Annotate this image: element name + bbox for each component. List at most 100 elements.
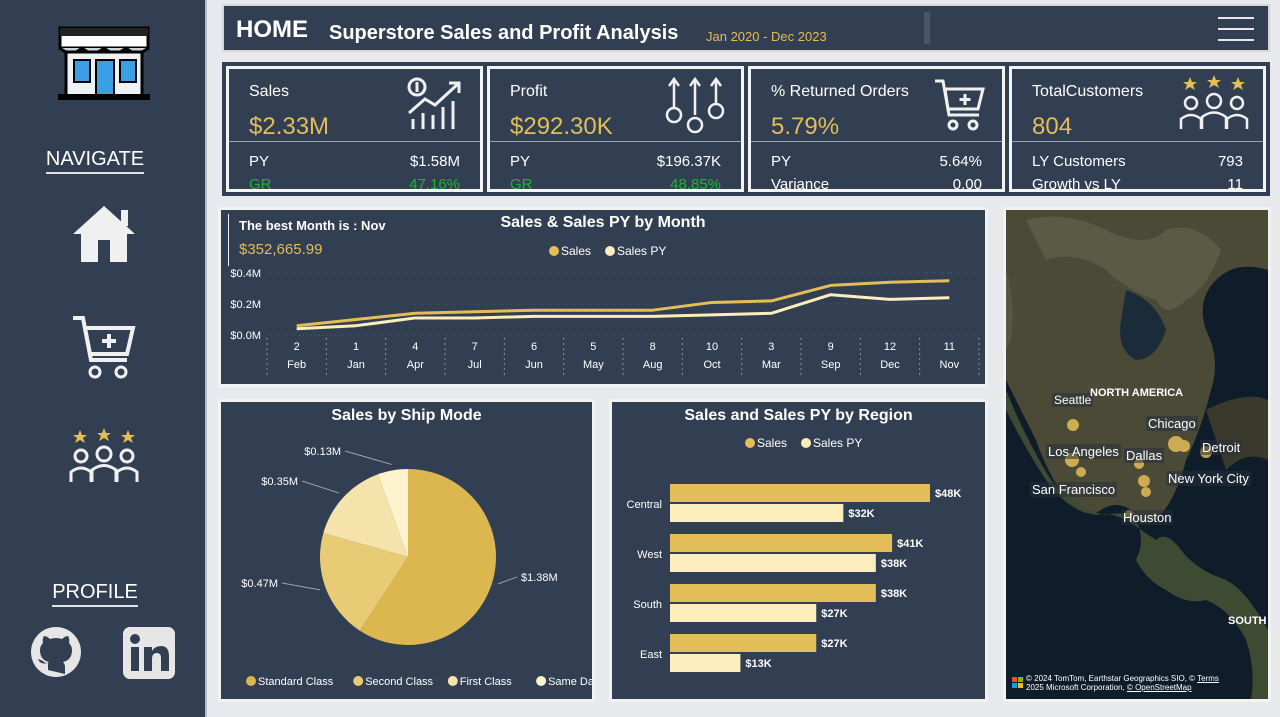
bar-data-label: $48K <box>935 488 961 500</box>
y-category-label: East <box>640 649 662 661</box>
legend-label: Second Class <box>365 676 433 688</box>
series-line-sales-py <box>296 293 950 331</box>
bar-sales <box>670 584 876 602</box>
bar-data-label: $38K <box>881 558 907 570</box>
legend-marker <box>353 676 364 686</box>
customers-stars-icon[interactable] <box>0 426 207 486</box>
map-label-detroit: Detroit <box>1200 440 1243 455</box>
legend-label: Sales PY <box>813 436 862 450</box>
bar-data-label: $38K <box>881 588 907 600</box>
map-label-new-york-city: New York City <box>1166 471 1251 486</box>
y-category-label: South <box>633 599 662 611</box>
bar-sales <box>670 534 893 552</box>
bar-sales-py <box>670 504 844 522</box>
kpi-separator <box>229 141 480 142</box>
sales-growth-icon <box>405 77 465 136</box>
home-icon[interactable] <box>0 202 207 266</box>
pie-chart: $1.38M $0.47M $0.35M $0.13M Standard Class Se… <box>241 446 592 688</box>
line-chart-panel: The best Month is : Nov $352,665.99 Sale… <box>218 207 988 387</box>
x-tick-label: Jan <box>347 359 365 371</box>
pie-leader-line <box>344 450 392 465</box>
pie-leader-line <box>497 576 518 585</box>
kpi-value: $2.33M <box>249 113 330 140</box>
kpi-gr-label: GR <box>249 176 272 193</box>
line-chart: Sales Sales PY $0.0M $0.2M $0.4M 2 Feb 1 Jan 4 Apr… <box>230 244 980 375</box>
x-tick-label: Dec <box>880 359 900 371</box>
x-tick-rank: 12 <box>884 341 896 353</box>
legend-marker-sales <box>549 246 559 256</box>
kpi-card-customers: TotalCustomers 804 LY Customers 793 Grow… <box>1009 66 1266 193</box>
kpi-title: Sales <box>249 83 290 100</box>
legend-label: Same Day <box>548 676 592 688</box>
kpi-growth-value: 11 <box>1227 176 1243 193</box>
bar-data-label: $13K <box>745 658 771 670</box>
legend-marker <box>536 676 547 686</box>
store-icon <box>0 22 207 102</box>
linkedin-icon[interactable] <box>122 626 176 685</box>
bar-data-label: $27K <box>821 638 847 650</box>
map-label-los-angeles: Los Angeles <box>1046 444 1121 459</box>
kpi-py-label: PY <box>771 153 792 170</box>
kpi-gr-label: GR <box>510 176 533 193</box>
x-tick-label: Mar <box>762 359 781 371</box>
kpi-py-label: PY <box>510 153 531 170</box>
kpi-value: 804 <box>1032 113 1073 140</box>
kpi-ly-value: 793 <box>1217 153 1243 170</box>
legend-label: First Class <box>460 676 512 688</box>
customers-icon <box>1178 75 1250 138</box>
map-label-seattle: Seattle <box>1052 393 1094 407</box>
kpi-py-label: PY <box>249 153 270 170</box>
pie-data-label: $0.35M <box>261 476 298 488</box>
x-tick-rank: 11 <box>944 341 955 353</box>
kpi-title: Profit <box>510 83 548 100</box>
pie-data-label: $0.47M <box>241 578 278 590</box>
x-tick-label: Apr <box>407 359 424 371</box>
bar-data-label: $32K <box>848 508 874 520</box>
x-tick-label: Jul <box>468 359 482 371</box>
returns-cart-icon[interactable] <box>0 312 207 382</box>
x-tick-rank: 6 <box>531 341 537 353</box>
legend-marker-sales <box>745 438 755 448</box>
kpi-ly-label: LY Customers <box>1032 153 1126 170</box>
kpi-variance-label: Variance <box>771 176 830 193</box>
x-tick-rank: 9 <box>828 341 834 353</box>
hamburger-menu-icon[interactable] <box>1218 16 1254 47</box>
home-title: HOME <box>236 16 308 43</box>
x-tick-rank: 4 <box>412 341 418 353</box>
legend-label: Sales <box>757 436 787 450</box>
series-line-sales <box>296 279 950 328</box>
legend-label: Sales <box>561 244 591 258</box>
legend-marker-sales-py <box>605 246 615 256</box>
x-tick-label: Sep <box>821 359 841 371</box>
kpi-gr-value: 48.85% <box>670 176 721 193</box>
y-category-label: Central <box>627 499 662 511</box>
bar-sales-py <box>670 554 876 572</box>
map-label-houston: Houston <box>1121 510 1174 525</box>
pie-data-label: $1.38M <box>521 572 558 584</box>
map-panel[interactable]: Seattle NORTH AMERICA Chicago Detroit Lo… <box>1003 207 1271 702</box>
navigate-label: NAVIGATE <box>0 148 190 174</box>
bar-chart-panel: Sales and Sales PY by Region Sales Sales … <box>609 399 988 702</box>
map-label-south: SOUTH <box>1228 615 1267 627</box>
github-icon[interactable] <box>30 626 82 683</box>
page-title: Superstore Sales and Profit Analysis <box>329 22 679 44</box>
x-tick-label: Nov <box>940 359 960 371</box>
y-tick-label: $0.2M <box>230 299 261 311</box>
bar-chart: Sales Sales PY Central $48K $32K West $41K $38K… <box>627 436 961 672</box>
kpi-card-sales: Sales $2.33M PY $1.58M GR 47.16% <box>226 66 483 193</box>
kpi-title: % Returned Orders <box>771 83 909 100</box>
bar-sales-py <box>670 604 817 622</box>
x-tick-rank: 3 <box>768 341 774 353</box>
kpi-card-profit: Profit $292.30K PY $196.37K GR 48.85% <box>487 66 744 193</box>
map-osm-link[interactable]: © OpenStreetMap <box>1127 683 1192 692</box>
cart-plus-icon <box>933 77 987 140</box>
map-terms-link[interactable]: Terms <box>1197 674 1219 683</box>
sidebar: NAVIGATE PROFILE <box>0 0 207 717</box>
pie-chart-panel: Sales by Ship Mode $1.38M $0.47M $0.35M $0.… <box>218 399 595 702</box>
map-label-north-america: NORTH AMERICA <box>1090 387 1184 399</box>
date-range: Jan 2020 - Dec 2023 <box>706 29 827 44</box>
kpi-card-returns: % Returned Orders 5.79% PY 5.64% Varianc… <box>748 66 1005 193</box>
x-tick-label: Jun <box>525 359 543 371</box>
map-label-san-francisco: San Francisco <box>1030 482 1118 497</box>
kpi-separator <box>1012 141 1263 142</box>
